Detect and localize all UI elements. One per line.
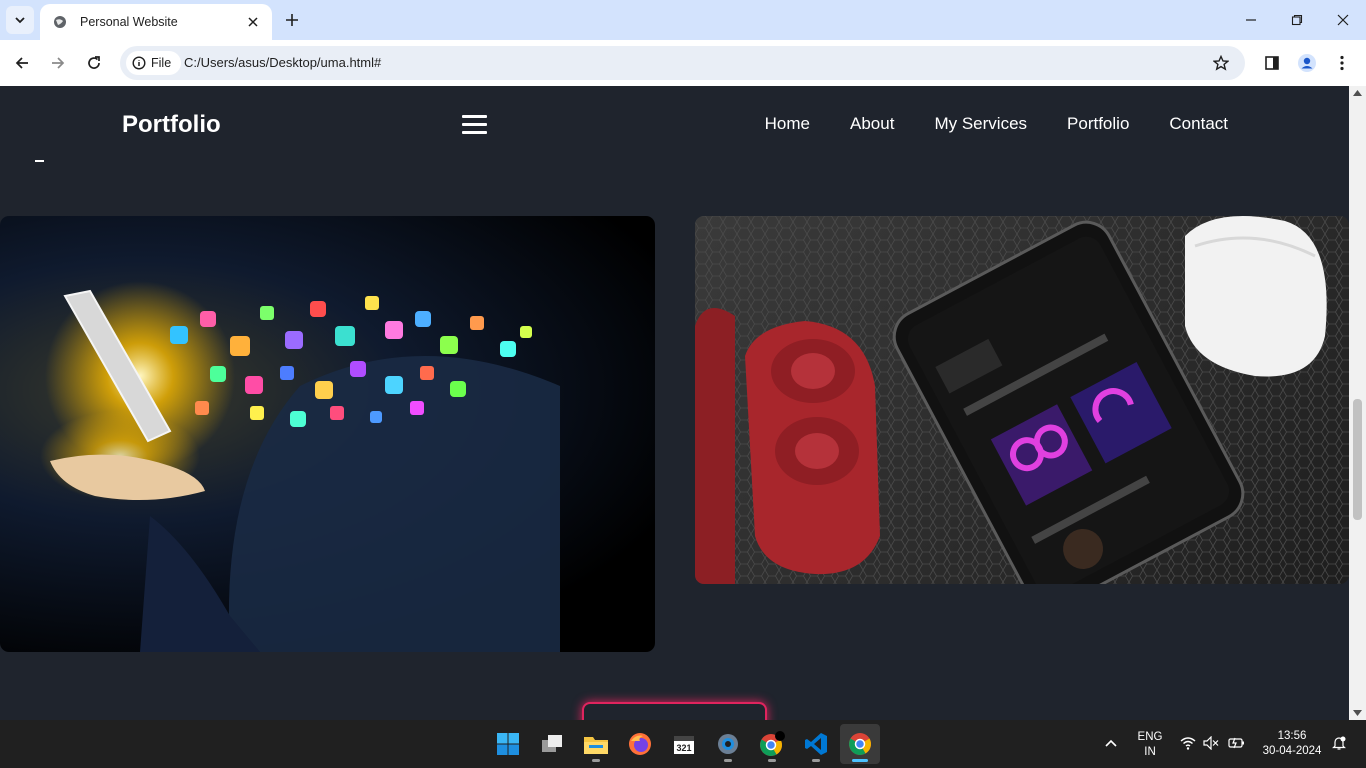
svg-text:321: 321 <box>676 743 691 753</box>
back-arrow-icon[interactable] <box>8 49 36 77</box>
forward-arrow-icon[interactable] <box>44 49 72 77</box>
nav-home[interactable]: Home <box>765 114 810 134</box>
page-viewport: Portfolio Home About My Services Portfol… <box>0 86 1349 720</box>
text-fragment <box>35 160 44 162</box>
close-window-icon[interactable] <box>1320 0 1366 40</box>
minimize-icon[interactable] <box>1228 0 1274 40</box>
battery-icon[interactable] <box>1227 736 1245 755</box>
globe-icon <box>52 14 68 30</box>
site-logo[interactable]: Portfolio <box>122 111 221 139</box>
settings-gear-icon[interactable] <box>708 724 748 764</box>
scroll-down-arrow-icon[interactable] <box>1353 710 1362 716</box>
running-indicator <box>768 759 776 762</box>
chrome-icon-active[interactable] <box>840 724 880 764</box>
close-tab-icon[interactable] <box>244 13 262 31</box>
chrome-profile-icon[interactable] <box>752 724 792 764</box>
more-menu-icon[interactable] <box>1328 49 1356 77</box>
running-indicator <box>724 759 732 762</box>
hamburger-menu-icon[interactable] <box>462 115 487 135</box>
security-chip-label: File <box>151 56 172 70</box>
calendar-app-icon[interactable]: 321 <box>664 724 704 764</box>
clock-time: 13:56 <box>1277 730 1307 742</box>
browser-tab-active[interactable]: Personal Website <box>40 4 272 40</box>
scroll-up-arrow-icon[interactable] <box>1353 90 1362 96</box>
running-indicator <box>812 759 820 762</box>
language-indicator[interactable]: ENG IN <box>1133 730 1167 760</box>
address-bar[interactable]: File C:/Users/asus/Desktop/uma.html# <box>120 46 1245 80</box>
firefox-icon[interactable] <box>620 724 660 764</box>
hand-with-app-icons-image <box>0 216 655 652</box>
new-tab-plus-icon[interactable] <box>280 8 304 32</box>
browser-tab-strip: Personal Website <box>0 0 1366 40</box>
chevron-down-icon <box>15 17 25 24</box>
task-view-icon[interactable] <box>532 724 572 764</box>
active-indicator <box>852 759 868 762</box>
nav-contact[interactable]: Contact <box>1169 114 1228 134</box>
show-hidden-icons-chevron-up-icon[interactable] <box>1104 736 1118 755</box>
bookmark-star-icon[interactable] <box>1211 53 1231 73</box>
notification-bell-icon[interactable] <box>1332 736 1346 756</box>
scrollbar-thumb[interactable] <box>1353 399 1362 520</box>
url-text[interactable]: C:/Users/asus/Desktop/uma.html# <box>184 55 381 70</box>
site-header: Portfolio Home About My Services Portfol… <box>0 86 1349 164</box>
reload-icon[interactable] <box>80 49 108 77</box>
wifi-icon[interactable] <box>1180 736 1196 755</box>
side-panel-icon[interactable] <box>1258 49 1286 77</box>
running-indicator <box>592 759 600 762</box>
main-nav: Home About My Services Portfolio Contact <box>765 114 1228 134</box>
read-more-button[interactable] <box>582 702 767 720</box>
windows-taskbar: 321 ENG IN 13:56 30-04-2024 <box>0 720 1366 768</box>
speaker-muted-icon[interactable] <box>1203 735 1219 755</box>
restore-icon[interactable] <box>1274 0 1320 40</box>
clock[interactable]: 13:56 30-04-2024 <box>1256 729 1328 759</box>
page-scrollbar[interactable] <box>1349 86 1366 720</box>
nav-portfolio[interactable]: Portfolio <box>1067 114 1129 134</box>
site-info-chip[interactable]: File <box>126 51 182 75</box>
profile-avatar-icon[interactable] <box>1293 49 1321 77</box>
tab-title: Personal Website <box>80 15 178 29</box>
info-icon <box>132 56 146 70</box>
vscode-icon[interactable] <box>796 724 836 764</box>
file-explorer-icon[interactable] <box>576 724 616 764</box>
phone-and-earbuds-music-app-image <box>695 216 1349 584</box>
nav-my-services[interactable]: My Services <box>934 114 1027 134</box>
tab-search-button[interactable] <box>6 6 34 34</box>
clock-date: 30-04-2024 <box>1262 745 1322 757</box>
nav-about[interactable]: About <box>850 114 894 134</box>
browser-toolbar: File C:/Users/asus/Desktop/uma.html# <box>0 40 1366 86</box>
language-line1: ENG <box>1137 731 1163 743</box>
windows-start-icon[interactable] <box>488 724 528 764</box>
language-line2: IN <box>1144 746 1156 758</box>
